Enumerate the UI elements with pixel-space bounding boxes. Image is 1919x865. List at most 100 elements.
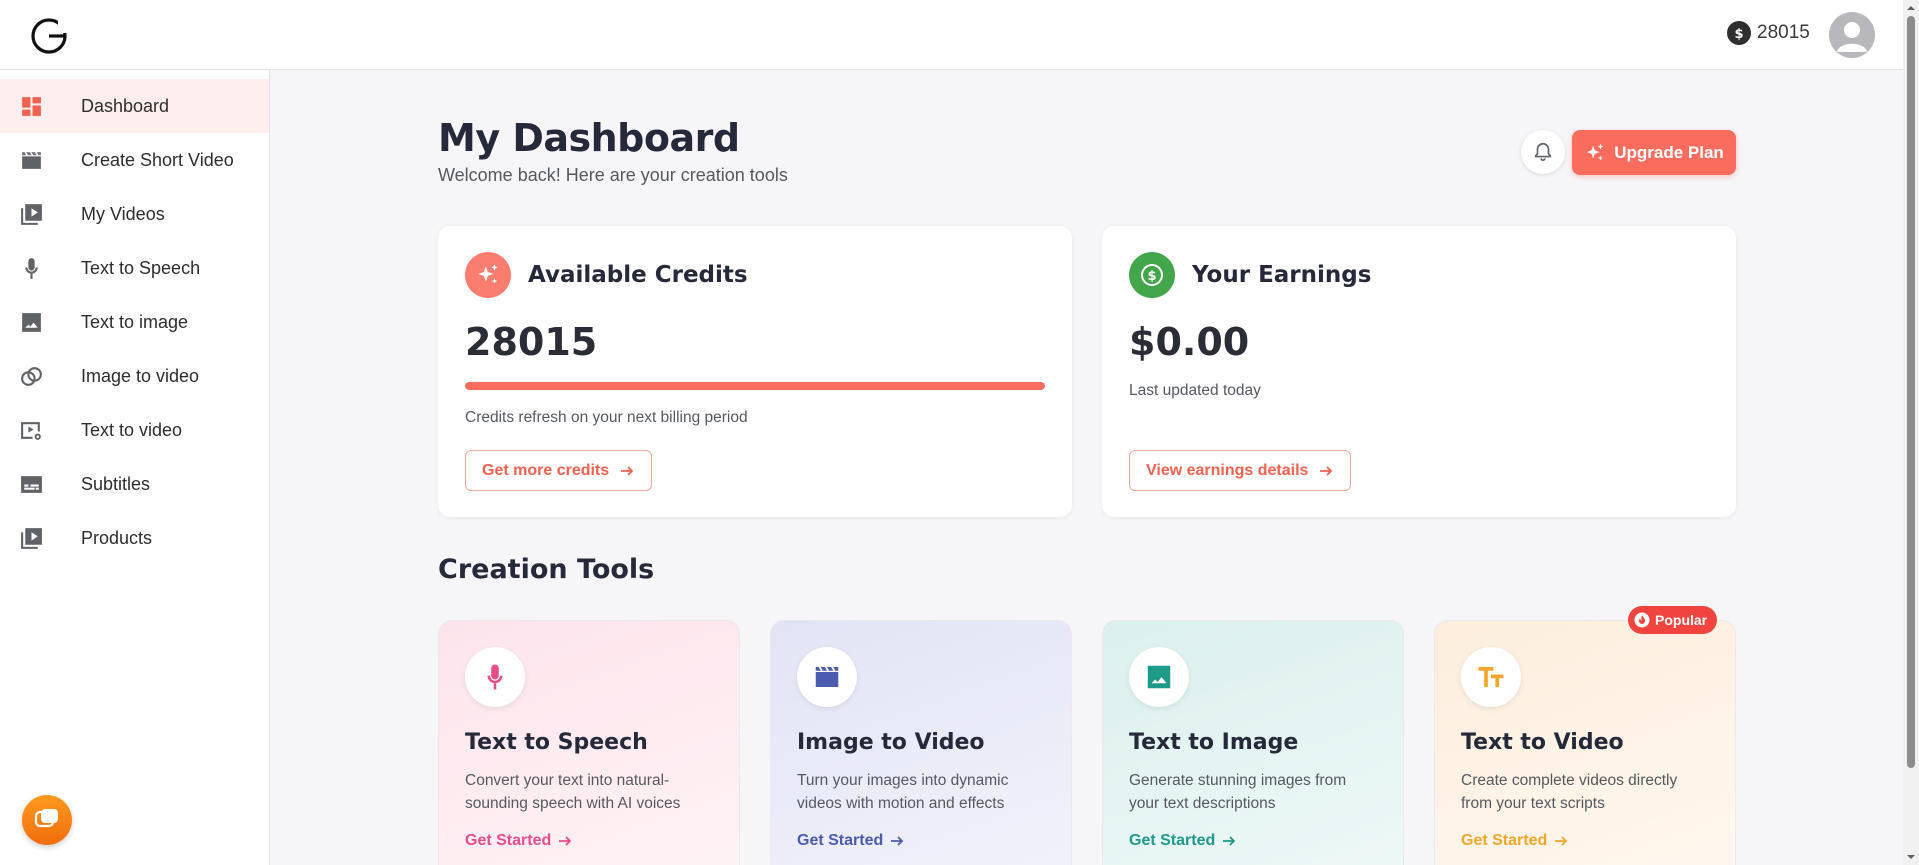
header-credit-count: 28015 xyxy=(1757,22,1810,43)
page-subtitle: Welcome back! Here are your creation too… xyxy=(438,165,788,185)
get-started-link[interactable]: Get Started xyxy=(1129,832,1237,850)
credits-note: Credits refresh on your next billing per… xyxy=(465,409,748,426)
scroll-down-icon[interactable] xyxy=(1906,852,1916,862)
image-icon xyxy=(1129,647,1189,707)
earnings-card: $ Your Earnings $0.00 Last updated today… xyxy=(1102,226,1736,517)
sidebar-item-text-to-speech[interactable]: Text to Speech xyxy=(0,241,269,295)
popular-label: Popular xyxy=(1655,612,1708,628)
get-started-link[interactable]: Get Started xyxy=(465,832,573,850)
sidebar-item-text-to-image[interactable]: Text to image xyxy=(0,295,269,349)
microphone-icon xyxy=(465,647,525,707)
scroll-up-icon[interactable] xyxy=(1906,3,1916,13)
sidebar-item-label: Subtitles xyxy=(81,473,151,494)
arrow-right-icon xyxy=(891,836,904,846)
clapperboard-icon xyxy=(797,647,857,707)
chat-support-button[interactable] xyxy=(22,795,72,845)
arrow-right-icon xyxy=(1223,836,1236,846)
fire-icon xyxy=(1634,612,1650,628)
tool-title: Text to Video xyxy=(1461,730,1624,755)
get-started-label: Get Started xyxy=(1129,832,1216,849)
app-logo[interactable] xyxy=(28,15,70,57)
earnings-note: Last updated today xyxy=(1129,382,1261,399)
clapperboard-icon xyxy=(19,148,44,173)
sidebar-item-label: Image to video xyxy=(81,365,200,386)
credits-card-title: Available Credits xyxy=(528,262,748,288)
sidebar-item-create-short-video[interactable]: Create Short Video xyxy=(0,133,269,187)
tool-description: Create complete videos directly from you… xyxy=(1461,772,1678,812)
sidebar-item-text-to-video[interactable]: Text to video xyxy=(0,403,269,457)
tool-title: Text to Image xyxy=(1129,730,1299,755)
earnings-value: $0.00 xyxy=(1129,320,1250,364)
view-earnings-label: View earnings details xyxy=(1146,461,1309,479)
tool-card-image-to-video[interactable]: Image to Video Turn your images into dyn… xyxy=(770,620,1072,865)
arrow-right-icon xyxy=(1320,465,1333,476)
tool-card-text-to-speech[interactable]: Text to Speech Convert your text into na… xyxy=(438,620,740,865)
sidebar-item-label: Text to image xyxy=(81,311,189,332)
svg-text:$: $ xyxy=(1147,269,1156,284)
sidebar-item-label: Create Short Video xyxy=(81,149,234,170)
arrow-right-icon xyxy=(559,836,572,846)
dollar-coin-icon: $ xyxy=(1727,21,1751,45)
image-to-video-icon xyxy=(19,364,44,389)
upgrade-plan-button[interactable]: Upgrade Plan xyxy=(1572,130,1736,175)
section-title-creation-tools: Creation Tools xyxy=(438,554,655,585)
text-fields-icon xyxy=(1461,647,1521,707)
tool-card-text-to-image[interactable]: Text to Image Generate stunning images f… xyxy=(1102,620,1404,865)
upgrade-plan-label: Upgrade Plan xyxy=(1614,142,1724,162)
sidebar-item-label: Text to video xyxy=(81,419,183,440)
view-earnings-button[interactable]: View earnings details xyxy=(1129,450,1352,491)
user-avatar[interactable] xyxy=(1829,12,1875,58)
top-bar: $ 28015 xyxy=(0,0,1903,70)
get-started-link[interactable]: Get Started xyxy=(797,832,905,850)
sparkle-icon xyxy=(465,252,511,298)
notifications-button[interactable] xyxy=(1521,130,1565,174)
sidebar-item-dashboard[interactable]: Dashboard xyxy=(0,79,269,133)
image-icon xyxy=(19,310,44,335)
sidebar-item-image-to-video[interactable]: Image to video xyxy=(0,349,269,403)
header-credits[interactable]: $ 28015 xyxy=(1727,21,1810,45)
tool-title: Image to Video xyxy=(797,730,985,755)
arrow-right-icon xyxy=(1555,836,1568,846)
get-started-label: Get Started xyxy=(465,832,552,849)
popular-badge: Popular xyxy=(1628,606,1718,634)
get-started-label: Get Started xyxy=(1461,832,1548,849)
tool-title: Text to Speech xyxy=(465,730,648,755)
subtitles-icon xyxy=(19,472,44,497)
video-library-icon xyxy=(19,202,44,227)
sidebar-item-subtitles[interactable]: Subtitles xyxy=(0,457,269,511)
get-more-credits-button[interactable]: Get more credits xyxy=(465,450,653,491)
earnings-card-title: Your Earnings xyxy=(1192,262,1372,288)
sidebar: Dashboard Create Short Video My Videos T… xyxy=(0,70,270,865)
dashboard-icon xyxy=(19,94,44,119)
dollar-circle-icon: $ xyxy=(1129,252,1175,298)
sidebar-item-products[interactable]: Products xyxy=(0,511,269,565)
sidebar-item-label: Products xyxy=(81,527,153,548)
credits-card: Available Credits 28015 Credits refresh … xyxy=(438,226,1072,517)
tool-description: Turn your images into dynamic videos wit… xyxy=(797,772,1009,812)
sidebar-item-my-videos[interactable]: My Videos xyxy=(0,187,269,241)
get-started-label: Get Started xyxy=(797,832,884,849)
sidebar-item-label: Text to Speech xyxy=(81,257,201,278)
get-started-link[interactable]: Get Started xyxy=(1461,832,1569,850)
page-scrollbar[interactable] xyxy=(1903,0,1919,865)
credits-progress-bar xyxy=(465,382,1045,390)
microphone-icon xyxy=(19,256,44,281)
sidebar-item-label: Dashboard xyxy=(81,95,170,116)
tool-description: Convert your text into natural-sounding … xyxy=(465,772,681,812)
svg-text:$: $ xyxy=(1734,27,1743,41)
main-content: My Dashboard Welcome back! Here are your… xyxy=(270,70,1903,865)
chat-icon xyxy=(34,809,58,828)
credits-progress-fill xyxy=(465,382,1045,390)
page-title: My Dashboard xyxy=(438,116,740,160)
tool-description: Generate stunning images from your text … xyxy=(1129,772,1347,812)
arrow-right-icon xyxy=(621,465,634,476)
get-more-credits-label: Get more credits xyxy=(482,461,610,479)
sparkle-icon xyxy=(1586,143,1604,160)
credits-value: 28015 xyxy=(465,320,598,364)
sidebar-item-label: My Videos xyxy=(81,203,165,224)
products-icon xyxy=(19,526,44,551)
video-settings-icon xyxy=(19,418,44,443)
bell-icon xyxy=(1534,142,1552,162)
scrollbar-thumb[interactable] xyxy=(1907,16,1915,768)
tool-card-text-to-video[interactable]: Text to Video Create complete videos dir… xyxy=(1434,620,1736,865)
